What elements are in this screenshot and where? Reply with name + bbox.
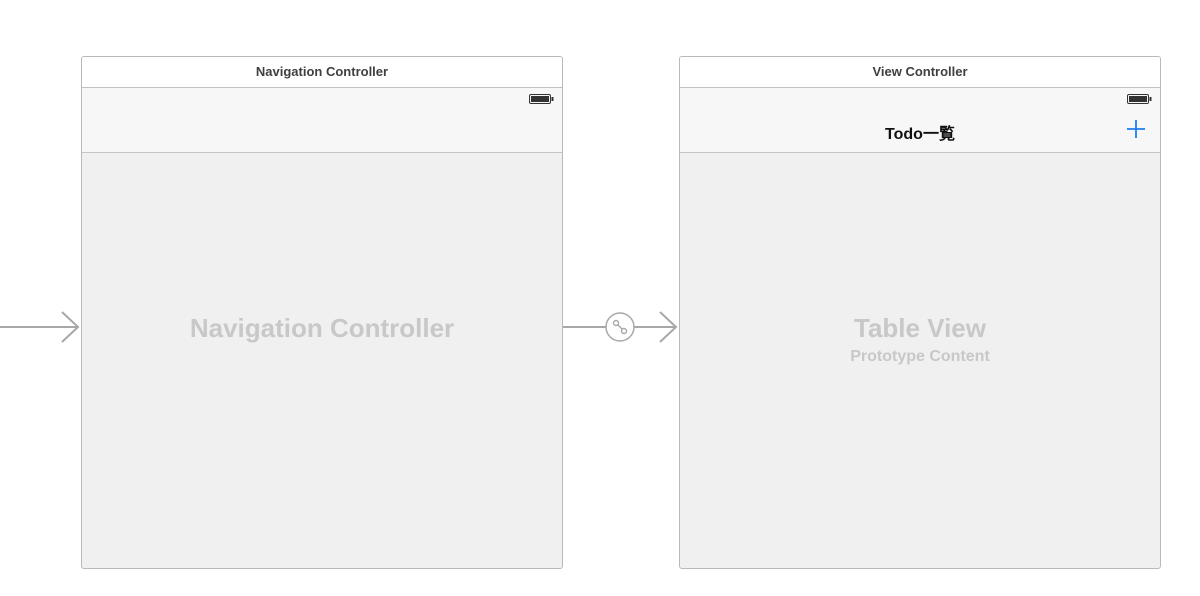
battery-icon	[1127, 94, 1152, 104]
initial-entry-arrow[interactable]	[0, 311, 80, 343]
scene-title[interactable]: Navigation Controller	[82, 57, 562, 88]
battery-icon	[529, 94, 554, 104]
navigation-bar[interactable]: Todo一覧	[680, 88, 1160, 153]
relationship-segue[interactable]	[563, 311, 678, 343]
navigation-bar[interactable]	[82, 88, 562, 153]
view-controller-scene[interactable]: View Controller Todo一覧 Table View Protot…	[679, 56, 1161, 569]
navigation-controller-placeholder: Navigation Controller	[189, 313, 455, 343]
add-button[interactable]	[1126, 119, 1146, 139]
scene-title[interactable]: View Controller	[680, 57, 1160, 88]
navigation-controller-scene[interactable]: Navigation Controller Navigation Control…	[81, 56, 563, 569]
plus-icon	[1127, 120, 1145, 138]
navigation-title: Todo一覧	[885, 126, 955, 143]
table-view-placeholder-title: Table View	[854, 313, 986, 343]
table-view-placeholder-subtitle: Prototype Content	[850, 348, 990, 365]
